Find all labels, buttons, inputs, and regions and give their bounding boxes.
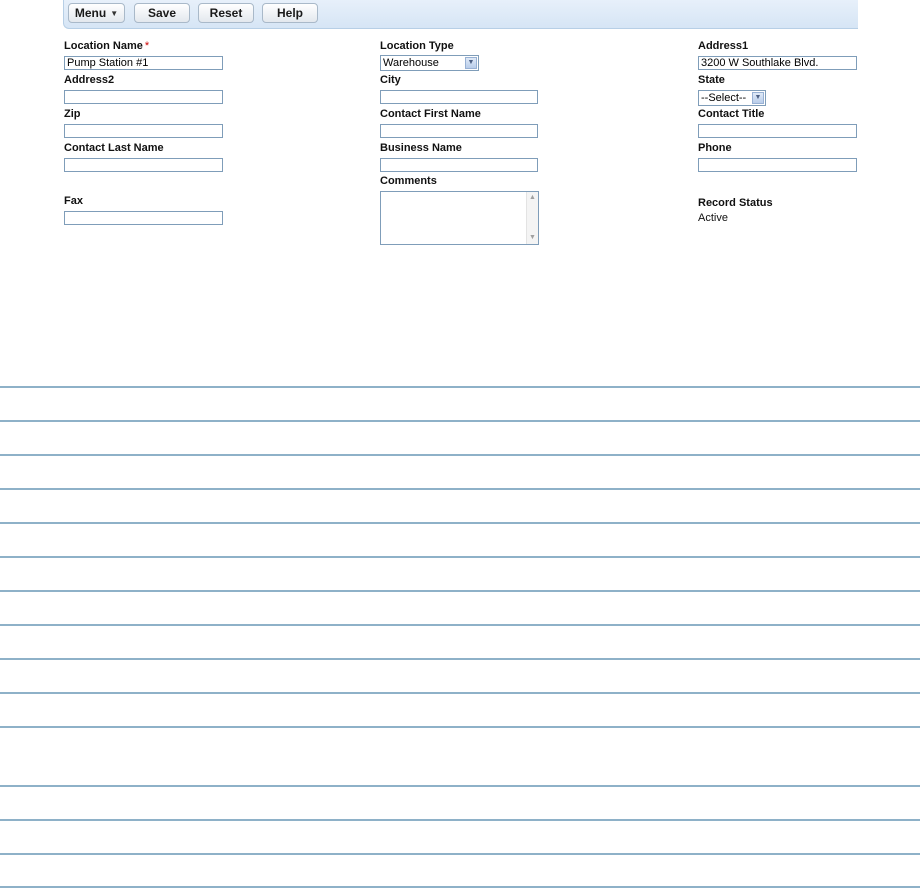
chevron-down-icon: ▼ <box>465 57 477 69</box>
location-type-select[interactable]: Warehouse ▼ <box>380 55 479 71</box>
location-name-label-text: Location Name <box>64 40 143 52</box>
scroll-down-icon[interactable]: ▼ <box>528 233 537 243</box>
state-select[interactable]: --Select-- ▼ <box>698 90 766 106</box>
divider-line <box>0 819 920 821</box>
fax-label: Fax <box>64 195 83 207</box>
scroll-up-icon[interactable]: ▲ <box>528 193 537 203</box>
zip-label: Zip <box>64 108 81 120</box>
address2-label: Address2 <box>64 74 115 86</box>
divider-line <box>0 853 920 855</box>
contact-first-name-input[interactable] <box>380 124 538 138</box>
location-type-value: Warehouse <box>383 57 439 69</box>
contact-last-name-input[interactable] <box>64 158 223 172</box>
contact-title-label: Contact Title <box>698 108 765 120</box>
divider-line <box>0 420 920 422</box>
contact-last-name-label: Contact Last Name <box>64 142 164 154</box>
divider-line <box>0 386 920 388</box>
divider-line <box>0 488 920 490</box>
divider-line <box>0 624 920 626</box>
toolbar: Menu ▼ Save Reset Help <box>63 0 858 29</box>
divider-line <box>0 886 920 888</box>
address2-input[interactable] <box>64 90 223 104</box>
location-name-input[interactable]: Pump Station #1 <box>64 56 223 70</box>
fax-input[interactable] <box>64 211 223 225</box>
contact-first-name-label: Contact First Name <box>380 108 481 120</box>
save-button[interactable]: Save <box>134 3 190 23</box>
divider-line <box>0 785 920 787</box>
state-label: State <box>698 74 725 86</box>
chevron-down-icon: ▼ <box>110 9 119 18</box>
divider-line <box>0 522 920 524</box>
location-type-label: Location Type <box>380 40 454 52</box>
phone-label: Phone <box>698 142 732 154</box>
help-button[interactable]: Help <box>262 3 318 23</box>
comments-label: Comments <box>380 175 437 187</box>
required-marker: * <box>144 40 150 52</box>
city-input[interactable] <box>380 90 538 104</box>
phone-input[interactable] <box>698 158 857 172</box>
address1-input[interactable]: 3200 W Southlake Blvd. <box>698 56 857 70</box>
menu-button-label: Menu <box>74 6 107 20</box>
contact-title-input[interactable] <box>698 124 857 138</box>
comments-scrollbar[interactable]: ▲ ▼ <box>526 192 538 244</box>
divider-line <box>0 556 920 558</box>
state-value: --Select-- <box>701 92 747 104</box>
business-name-label: Business Name <box>380 142 462 154</box>
comments-textarea[interactable]: ▲ ▼ <box>380 191 539 245</box>
zip-input[interactable] <box>64 124 223 138</box>
city-label: City <box>380 74 401 86</box>
chevron-down-icon: ▼ <box>752 92 764 104</box>
divider-line <box>0 658 920 660</box>
menu-button[interactable]: Menu ▼ <box>68 3 125 23</box>
record-status-label: Record Status <box>698 197 773 209</box>
divider-line <box>0 726 920 728</box>
divider-line <box>0 590 920 592</box>
divider-line <box>0 454 920 456</box>
address1-label: Address1 <box>698 40 749 52</box>
business-name-input[interactable] <box>380 158 538 172</box>
reset-button[interactable]: Reset <box>198 3 254 23</box>
record-status-value: Active <box>698 212 728 224</box>
divider-line <box>0 692 920 694</box>
location-name-label: Location Name * <box>64 40 149 52</box>
